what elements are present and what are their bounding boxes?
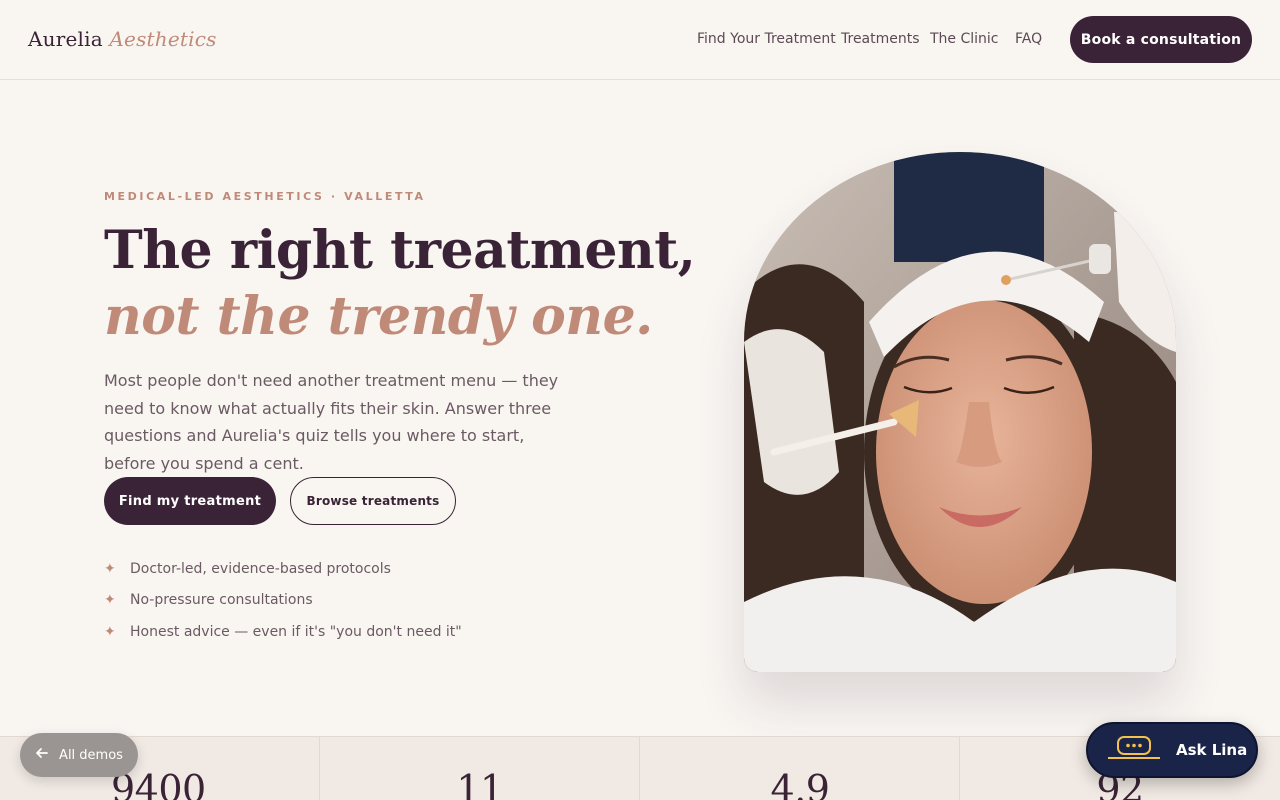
- facial-treatment-illustration: [744, 152, 1176, 672]
- feature-text: Doctor-led, evidence-based protocols: [130, 560, 391, 577]
- all-demos-label: All demos: [59, 747, 123, 763]
- hero-description: Most people don't need another treatment…: [104, 371, 559, 473]
- feature-text: Honest advice — even if it's "you don't …: [130, 623, 462, 640]
- ask-lina-label: Ask Lina: [1176, 741, 1248, 759]
- all-demos-button[interactable]: All demos: [20, 733, 138, 777]
- hero-eyebrow: MEDICAL-LED AESTHETICS · VALLETTA: [104, 190, 426, 203]
- hero-facial-treatment-photo: [744, 152, 1176, 672]
- ask-lina-chat-button[interactable]: Ask Lina: [1086, 722, 1258, 778]
- browse-treatments-button[interactable]: Browse treatments: [290, 477, 456, 525]
- arrow-left-icon: [35, 746, 49, 764]
- headline-line-1: The right treatment,: [104, 220, 696, 281]
- nav-the-clinic[interactable]: The Clinic: [930, 31, 999, 47]
- chat-bubble-icon: [1106, 735, 1162, 765]
- stat-number: 4.9: [770, 767, 830, 800]
- hero-headline: The right treatment, not the trendy one.: [104, 218, 696, 350]
- nav-find-your-treatment[interactable]: Find Your Treatment: [697, 31, 836, 47]
- feature-list: ✦ Doctor-led, evidence-based protocols ✦…: [104, 553, 462, 648]
- site-header: Aurelia Aesthetics Find Your Treatment T…: [0, 0, 1280, 80]
- logo-accent-text: Aesthetics: [109, 27, 217, 51]
- sparkle-icon: ✦: [104, 560, 116, 577]
- book-consultation-button[interactable]: Book a consultation: [1070, 16, 1252, 63]
- feature-item: ✦ Doctor-led, evidence-based protocols: [104, 553, 462, 585]
- find-my-treatment-button[interactable]: Find my treatment: [104, 477, 276, 525]
- stat-item: 11: [320, 737, 640, 800]
- logo-main-text: Aurelia: [28, 27, 103, 51]
- headline-line-2: not the trendy one.: [104, 286, 653, 347]
- stat-number: 11: [456, 767, 504, 800]
- stat-item: 4.9: [640, 737, 960, 800]
- feature-text: No-pressure consultations: [130, 592, 313, 609]
- nav-treatments[interactable]: Treatments: [841, 31, 920, 47]
- feature-item: ✦ No-pressure consultations: [104, 585, 462, 617]
- nav-faq[interactable]: FAQ: [1015, 31, 1042, 47]
- sparkle-icon: ✦: [104, 592, 116, 609]
- sparkle-icon: ✦: [104, 623, 116, 640]
- feature-item: ✦ Honest advice — even if it's "you don'…: [104, 616, 462, 648]
- brand-logo[interactable]: Aurelia Aesthetics: [28, 27, 217, 51]
